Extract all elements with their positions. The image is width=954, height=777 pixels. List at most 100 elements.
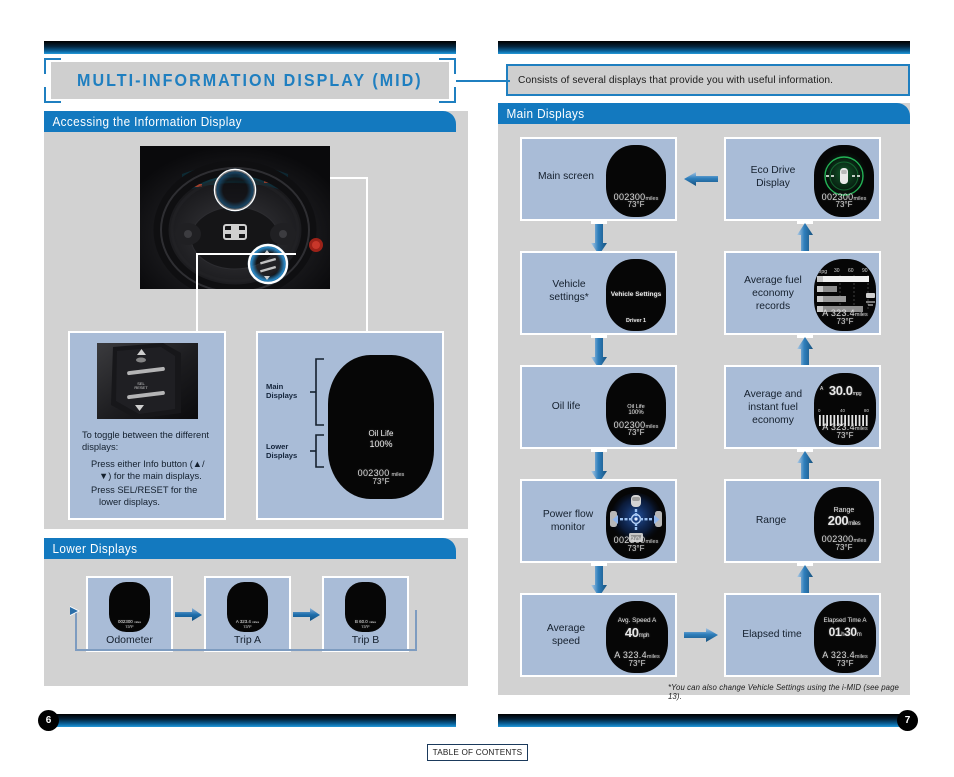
- callout-line-lower-v: [196, 253, 198, 332]
- eco-label-line1: Eco Drive: [750, 165, 796, 176]
- panel-main-header: Main Displays: [498, 103, 910, 124]
- label-main-screen: Main screen: [537, 171, 595, 182]
- temperature-value: 73°F: [627, 543, 645, 553]
- odometer-unit: miles: [645, 423, 659, 430]
- temperature-value: 73°F: [835, 543, 853, 553]
- cell-average-speed: Average speed Avg. Speed A 40mph A 323.4…: [520, 593, 677, 677]
- range-number: 200: [827, 513, 849, 529]
- temperature-value: 73°F: [627, 428, 645, 438]
- temperature-value: 73°F: [628, 658, 646, 668]
- label-fuel-records: Average fuel economy records: [732, 275, 814, 314]
- arrow-avgspeed-to-elapsed: [684, 627, 718, 648]
- label-power-flow: Power flow monitor: [528, 509, 608, 535]
- instructions-intro: To toggle between the different displays…: [82, 430, 209, 453]
- fueleco-number: 30.0: [828, 382, 853, 398]
- powerflow-label-line1: Power flow: [542, 509, 594, 520]
- bracket-bottom-right: [439, 87, 456, 103]
- callout-line-lower-h: [196, 253, 296, 255]
- trip-unit: miles: [646, 653, 660, 660]
- svg-text:40: 40: [840, 408, 845, 413]
- chapter-title-bar: MULTI-INFORMATION DISPLAY (MID): [51, 62, 449, 99]
- power-flow-readout: 002300miles 73°F: [606, 535, 666, 553]
- main-screen-readout: 002300miles 73°F: [606, 192, 666, 210]
- trip-unit: miles: [854, 653, 868, 660]
- title-callout-connector: [456, 80, 510, 82]
- fuelrec-label-line3: records: [755, 300, 791, 312]
- table-of-contents-button[interactable]: TABLE OF CONTENTS: [427, 744, 528, 761]
- trip-unit: miles: [854, 311, 868, 318]
- svg-text:80: 80: [864, 408, 869, 413]
- instruction-item: Press either Info button (▲/▼) for the m…: [91, 458, 205, 481]
- oil-life-value: 100%: [628, 410, 644, 417]
- fuelrec-label-line2: economy: [752, 287, 794, 299]
- vehicle-settings-driver: Driver 1: [625, 317, 647, 324]
- mid-screen-average-speed: Avg. Speed A 40mph A 323.4miles 73°F: [606, 601, 668, 673]
- fueleco-readout: A 323.4miles 73°F: [814, 422, 876, 440]
- instruction-item: Press SEL/RESET for the lower displays.: [91, 485, 198, 508]
- mid-screen-oil-life: Oil Life 100% 002300miles 73°F: [606, 373, 666, 445]
- footnote-text: *You can also change Vehicle Settings us…: [668, 683, 899, 701]
- top-rail-left: [44, 41, 456, 54]
- elapsed-title: Elapsed Time A: [823, 617, 867, 625]
- mid-screen-elapsed-time: Elapsed Time A 01h30m A 323.4miles 73°F: [814, 601, 876, 673]
- odometer-unit: miles: [391, 471, 405, 478]
- fuel-records-readout: A 323.4miles 73°F: [814, 308, 876, 326]
- svg-text:mpg: mpg: [817, 269, 827, 275]
- panel-main-displays: Main Displays Main screen 002300miles 73…: [498, 103, 910, 701]
- odometer-unit: miles: [645, 195, 659, 202]
- cell-oil-life: Oil life Oil Life 100% 002300miles 73°F: [520, 365, 677, 449]
- panel-main-title: Main Displays: [506, 106, 585, 121]
- odometer-unit: miles: [853, 538, 867, 545]
- instructions-list: Press either Info button (▲/▼) for the m…: [82, 458, 216, 509]
- callout-box: Consists of several displays that provid…: [506, 64, 910, 96]
- cell-main-screen: Main screen 002300miles 73°F: [520, 137, 677, 221]
- temperature-value: 73°F: [836, 658, 854, 668]
- arrow-eco-to-main: [684, 171, 718, 192]
- top-rail-right: [498, 41, 910, 54]
- tile-display-regions: Oil Life 100% 002300 miles 73°F Main Dis…: [256, 331, 444, 520]
- panel-accessing-title: Accessing the Information Display: [52, 114, 242, 129]
- label-vehicle-settings: Vehicle settings*: [530, 279, 608, 305]
- label-oil-life: Oil life: [551, 401, 581, 412]
- vehicle-label-line2: settings*: [549, 291, 589, 303]
- callout-line-upper-v: [366, 177, 368, 332]
- bracket-main-line2: Displays: [266, 390, 298, 400]
- odometer-unit: miles: [853, 195, 867, 202]
- cell-vehicle-settings: Vehicle settings* Vehicle Settings Drive…: [520, 251, 677, 335]
- svg-text:RESET: RESET: [134, 385, 148, 390]
- avgspeed-label-line1: Average: [546, 623, 586, 634]
- avgspeed-unit: mph: [638, 633, 650, 640]
- temperature-value: 73°F: [835, 200, 853, 210]
- cell-power-flow: Power flow monitor 002300miles 73°F: [520, 479, 677, 563]
- elapsed-value-row: 01h30m: [814, 626, 876, 639]
- toc-label: TABLE OF CONTENTS: [432, 748, 523, 757]
- fuelrec-label-line1: Average fuel: [744, 275, 802, 286]
- label-range: Range: [755, 515, 787, 526]
- fueleco-unit: mpg: [852, 390, 862, 397]
- label-average-speed: Average speed: [528, 623, 604, 649]
- page-title: MULTI-INFORMATION DISPLAY (MID): [77, 70, 423, 90]
- panel-accessing-header: Accessing the Information Display: [44, 111, 456, 132]
- panel-lower-title: Lower Displays: [52, 541, 138, 556]
- bracket-top-left: [44, 58, 61, 74]
- callout-line-upper-h: [330, 177, 368, 179]
- bracket-top-right: [439, 58, 456, 74]
- vehicle-settings-title: Vehicle Settings: [610, 290, 662, 298]
- fueleco-value: 30.0mpg: [814, 382, 876, 398]
- panel-lower-header: Lower Displays: [44, 538, 456, 559]
- elapsed-minutes: 30: [844, 625, 857, 640]
- mid-screen-vehicle-settings: Vehicle Settings Driver 1: [606, 259, 666, 331]
- bottom-rail-left: [44, 714, 456, 727]
- svg-text:60: 60: [848, 268, 854, 274]
- eco-label-line2: Display: [756, 177, 790, 189]
- range-unit: miles: [848, 521, 861, 528]
- cell-fuel-economy: Average and instant fuel economy A 30.0m…: [724, 365, 881, 449]
- bracket-label-lower: Lower Displays: [266, 442, 297, 460]
- odometer-unit: miles: [645, 538, 659, 545]
- toggle-instructions: To toggle between the different displays…: [82, 429, 216, 511]
- cell-elapsed-time: Elapsed time Elapsed Time A 01h30m A 323…: [724, 593, 881, 677]
- cell-range: Range Range 200miles 002300miles 73°F: [724, 479, 881, 563]
- temperature-value: 73°F: [836, 430, 854, 440]
- cell-eco-drive: Eco Drive Display 002300miles 73°F: [724, 137, 881, 221]
- page-number-left: 6: [38, 710, 59, 731]
